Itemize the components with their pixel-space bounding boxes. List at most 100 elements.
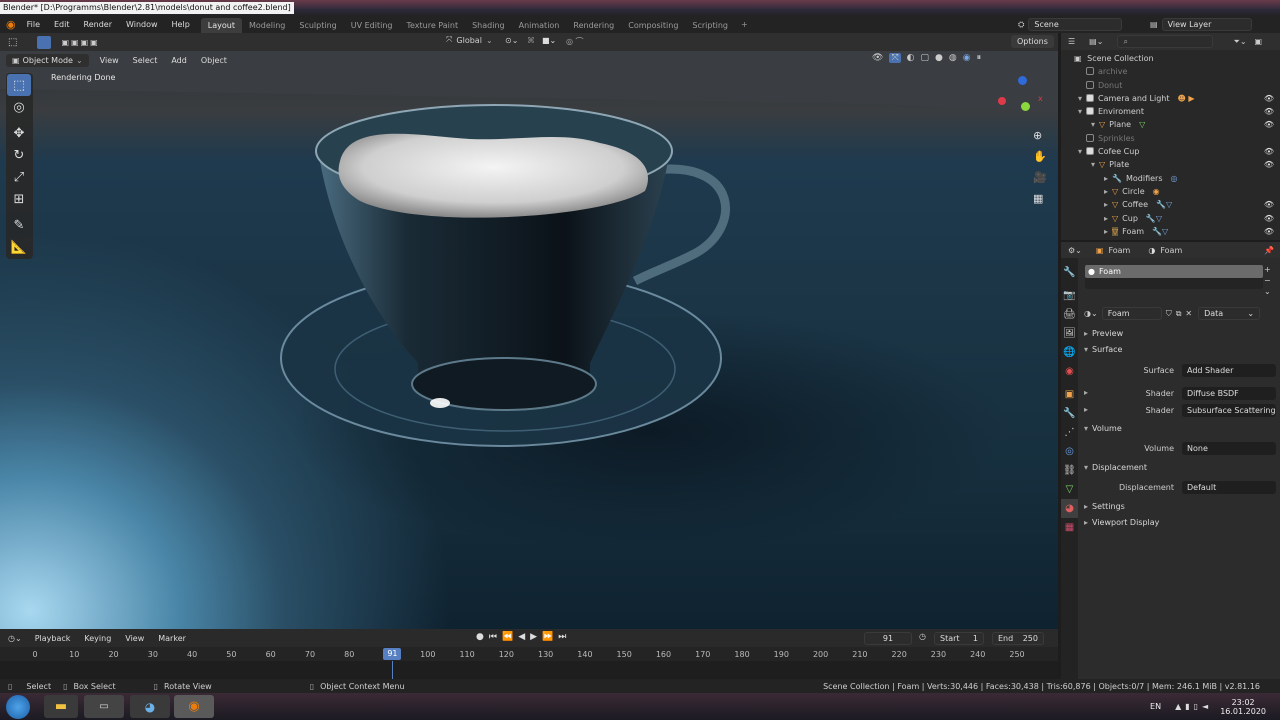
particles-tab-icon[interactable]: ⋰ — [1061, 423, 1078, 442]
grid-icon[interactable]: ▦ — [1033, 192, 1047, 205]
shader2-field[interactable]: Subsurface Scattering — [1182, 404, 1276, 417]
unlink-icon[interactable]: ✕ — [1185, 309, 1192, 318]
output-tab-icon[interactable]: 🖨 — [1061, 305, 1078, 324]
eye-icon[interactable]: 👁 — [1264, 92, 1274, 105]
explorer-icon[interactable]: ▬ — [44, 695, 78, 718]
tab-modeling[interactable]: Modeling — [242, 18, 292, 33]
expand-arrow-icon[interactable]: ▾ — [1091, 118, 1099, 131]
volume-section[interactable]: ▾ Volume — [1078, 421, 1280, 437]
settings-section[interactable]: ▸ Settings — [1078, 499, 1280, 515]
terminal-icon[interactable]: ▭ — [84, 695, 124, 718]
gizmo-icon[interactable]: ⤧ — [889, 53, 901, 63]
menu-file[interactable]: File — [20, 16, 47, 33]
expand-arrow-icon[interactable]: ▾ — [1091, 158, 1099, 171]
jump-start-icon[interactable]: ⏮ — [489, 632, 497, 642]
current-frame-field[interactable]: 91 — [864, 632, 912, 645]
outliner-item[interactable]: ▾ ▽ Plate 👁 — [1061, 158, 1280, 171]
tab-scripting[interactable]: Scripting — [685, 18, 735, 33]
visibility-icon[interactable]: 👁 — [872, 53, 883, 63]
select-mode-icon[interactable] — [37, 35, 52, 49]
expand-arrow-icon[interactable]: ▸ — [1104, 172, 1112, 185]
timeline-tracks[interactable] — [0, 661, 1058, 679]
pause-icon[interactable]: ⏸ — [977, 53, 982, 63]
expand-arrow-icon[interactable]: ▸ — [1104, 198, 1112, 211]
shading-solid-icon[interactable]: ● — [935, 53, 943, 63]
viewport-menu-select[interactable]: Select — [126, 52, 165, 69]
outliner-item[interactable]: ▾ ▽ Plane ▽ 👁 — [1061, 118, 1280, 131]
new-collection-icon[interactable]: ▣ — [1255, 37, 1263, 46]
link-dropdown[interactable]: Data ⌄ — [1198, 307, 1261, 320]
viewport-display-section[interactable]: ▸ Viewport Display — [1078, 515, 1280, 531]
menu-help[interactable]: Help — [165, 16, 197, 33]
outliner-item[interactable]: ▸ ▽ Coffee 🔧▽ 👁 — [1061, 198, 1280, 211]
pan-hand-icon[interactable]: ✋ — [1033, 150, 1047, 163]
overlay-icon[interactable]: ◐ — [907, 53, 915, 63]
expand-arrow-icon[interactable]: ▾ — [1078, 105, 1086, 118]
outliner-item[interactable]: Sprinkles — [1061, 132, 1280, 145]
tool-tab-icon[interactable]: 🔧 — [1061, 263, 1078, 282]
timeline-editor-icon[interactable]: ◷⌄ — [8, 634, 22, 643]
outliner-item[interactable]: ▸ ▽ Foam 🔧▽ 👁 — [1061, 225, 1280, 238]
properties-editor-icon[interactable]: ⚙⌄ — [1068, 246, 1082, 255]
expand-arrow-icon[interactable]: ▸ — [1104, 185, 1112, 198]
expand-icon[interactable]: ▸ — [1084, 388, 1088, 397]
viewport-menu-add[interactable]: Add — [164, 52, 194, 69]
collection-checkbox[interactable] — [1086, 147, 1094, 156]
xray-icon[interactable]: ▢ — [921, 53, 930, 63]
jump-end-icon[interactable]: ⏭ — [558, 632, 566, 642]
collection-checkbox[interactable] — [1086, 80, 1094, 89]
material-tab-icon[interactable]: ◕ — [1061, 499, 1078, 518]
scene-selector[interactable]: ⛭ Scene — [1018, 18, 1123, 31]
tab-compositing[interactable]: Compositing — [621, 18, 685, 33]
view-layer-tab-icon[interactable]: 🖼 — [1061, 324, 1078, 343]
pivot-icon[interactable]: ⊙⌄ — [505, 36, 518, 45]
snap-icon[interactable]: ⌘ — [527, 36, 535, 45]
add-slot-button[interactable]: + — [1264, 265, 1271, 274]
rotate-tool-icon[interactable]: ↻ — [7, 144, 31, 166]
eye-icon[interactable]: 👁 — [1264, 145, 1274, 158]
constraints-tab-icon[interactable]: ⛓ — [1061, 461, 1078, 480]
outliner-search-input[interactable]: ⌕ — [1117, 35, 1214, 48]
play-reverse-icon[interactable]: ◀ — [518, 632, 525, 642]
navigation-gizmo[interactable]: x — [998, 76, 1048, 131]
outliner-root[interactable]: ▣ Scene Collection — [1061, 52, 1280, 65]
volume-field[interactable]: None — [1182, 442, 1276, 455]
blender-logo-icon[interactable]: ◉ — [0, 18, 20, 31]
eye-icon[interactable]: 👁 — [1264, 198, 1274, 211]
options-button[interactable]: Options — [1011, 35, 1054, 48]
menu-edit[interactable]: Edit — [47, 16, 77, 33]
prev-keyframe-icon[interactable]: ⏪ — [502, 632, 513, 642]
timeline-menu-view[interactable]: View — [118, 630, 151, 647]
eye-icon[interactable]: 👁 — [1264, 118, 1274, 131]
texture-tab-icon[interactable]: ▦ — [1061, 518, 1078, 537]
world-tab-icon[interactable]: ◉ — [1061, 362, 1078, 381]
displacement-section[interactable]: ▾ Displacement — [1078, 460, 1280, 476]
tab-texture-paint[interactable]: Texture Paint — [399, 18, 465, 33]
data-tab-icon[interactable]: ▽ — [1061, 480, 1078, 499]
filter-icon[interactable]: ⏷⌄ — [1233, 37, 1246, 47]
outliner-item[interactable]: Donut — [1061, 79, 1280, 92]
cursor-tool-icon[interactable]: ◎ — [7, 96, 31, 118]
add-workspace-button[interactable]: + — [735, 20, 754, 29]
slot-menu-button[interactable]: ⌄ — [1264, 287, 1271, 296]
scene-tab-icon[interactable]: 🌐 — [1061, 343, 1078, 362]
eye-icon[interactable]: 👁 — [1264, 158, 1274, 171]
transform-orientation[interactable]: ⤧ Global ⌄ — [446, 35, 493, 45]
outliner-item[interactable]: ▸ ▽ Cup 🔧▽ 👁 — [1061, 212, 1280, 225]
tray-icons[interactable]: ▲▮▯◄ — [1175, 702, 1212, 711]
timeline-menu-marker[interactable]: Marker — [151, 630, 193, 647]
zoom-icon[interactable]: ⊕ — [1033, 129, 1047, 142]
expand-arrow-icon[interactable]: ▸ — [1104, 225, 1112, 238]
pin-icon[interactable]: 📌 — [1264, 246, 1274, 255]
eye-icon[interactable]: 👁 — [1264, 212, 1274, 225]
play-icon[interactable]: ▶ — [530, 632, 537, 642]
material-slot-item[interactable]: ● Foam — [1085, 265, 1263, 278]
material-name-field[interactable]: Foam — [1101, 307, 1162, 320]
shading-rendered-icon[interactable]: ◉ — [963, 53, 971, 63]
editor-type-icon[interactable]: ⬚ — [8, 37, 17, 48]
tab-shading[interactable]: Shading — [465, 18, 512, 33]
language-indicator[interactable]: EN — [1150, 702, 1161, 711]
eye-icon[interactable]: 👁 — [1264, 105, 1274, 118]
scene-field[interactable]: Scene — [1028, 18, 1123, 31]
next-keyframe-icon[interactable]: ⏩ — [542, 632, 553, 642]
